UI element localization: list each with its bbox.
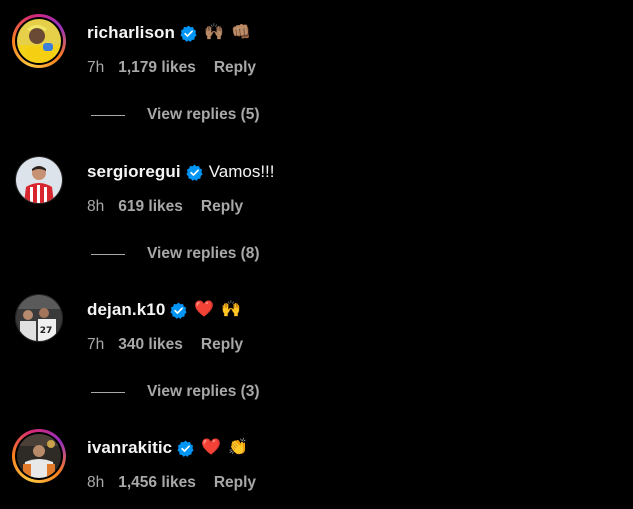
- comment-time[interactable]: 8h: [87, 474, 104, 492]
- comment-text: Vamos!!!: [208, 162, 275, 181]
- story-ring[interactable]: [12, 14, 66, 68]
- comment-likes[interactable]: 619 likes: [118, 198, 183, 216]
- view-replies-label: View replies (3): [147, 383, 260, 400]
- divider-line: [91, 253, 125, 255]
- comment-time[interactable]: 7h: [87, 59, 104, 77]
- comment-time[interactable]: 8h: [87, 198, 104, 216]
- clapping-hands-emoji-icon: 👏: [228, 439, 249, 456]
- verified-badge-icon: [186, 164, 203, 181]
- divider-line: [91, 114, 125, 116]
- reply-button[interactable]: Reply: [201, 198, 243, 216]
- view-replies-button[interactable]: View replies (5): [91, 106, 260, 124]
- comment-likes[interactable]: 1,456 likes: [118, 474, 196, 492]
- view-replies-label: View replies (8): [147, 245, 260, 262]
- red-heart-emoji-icon: ❤️: [201, 439, 222, 456]
- avatar-container[interactable]: 27: [12, 291, 66, 345]
- richarlison-avatar-icon[interactable]: [17, 19, 61, 63]
- comment-time[interactable]: 7h: [87, 336, 104, 354]
- praise-hands-emoji-icon: 🙌🏽: [204, 24, 224, 41]
- comment-username[interactable]: richarlison: [87, 23, 175, 43]
- comment-username[interactable]: sergioregui: [87, 162, 181, 182]
- sergioregui-avatar-icon[interactable]: [15, 156, 63, 204]
- verified-badge-icon: [170, 302, 187, 319]
- ivanrakitic-avatar-icon[interactable]: [17, 434, 61, 478]
- reply-button[interactable]: Reply: [214, 59, 256, 77]
- story-ring[interactable]: [12, 429, 66, 483]
- dejan-k10-avatar-icon[interactable]: 27: [15, 294, 63, 342]
- view-replies-label: View replies (5): [147, 106, 260, 123]
- red-heart-emoji-icon: ❤️: [194, 301, 215, 318]
- comment-username[interactable]: ivanrakitic: [87, 438, 172, 458]
- divider-line: [91, 391, 125, 393]
- comment-likes[interactable]: 1,179 likes: [118, 59, 196, 77]
- comment-likes[interactable]: 340 likes: [118, 336, 183, 354]
- svg-text:27: 27: [40, 326, 53, 336]
- verified-badge-icon: [180, 25, 197, 42]
- fist-emoji-icon: 👊🏽: [230, 24, 251, 41]
- comment-username[interactable]: dejan.k10: [87, 300, 165, 320]
- verified-badge-icon: [177, 440, 194, 457]
- view-replies-button[interactable]: View replies (8): [91, 245, 260, 263]
- raising-hands-emoji-icon: 🙌: [221, 301, 242, 318]
- reply-button[interactable]: Reply: [214, 474, 256, 492]
- reply-button[interactable]: Reply: [201, 336, 243, 354]
- view-replies-button[interactable]: View replies (3): [91, 383, 260, 401]
- avatar-container[interactable]: [12, 153, 66, 207]
